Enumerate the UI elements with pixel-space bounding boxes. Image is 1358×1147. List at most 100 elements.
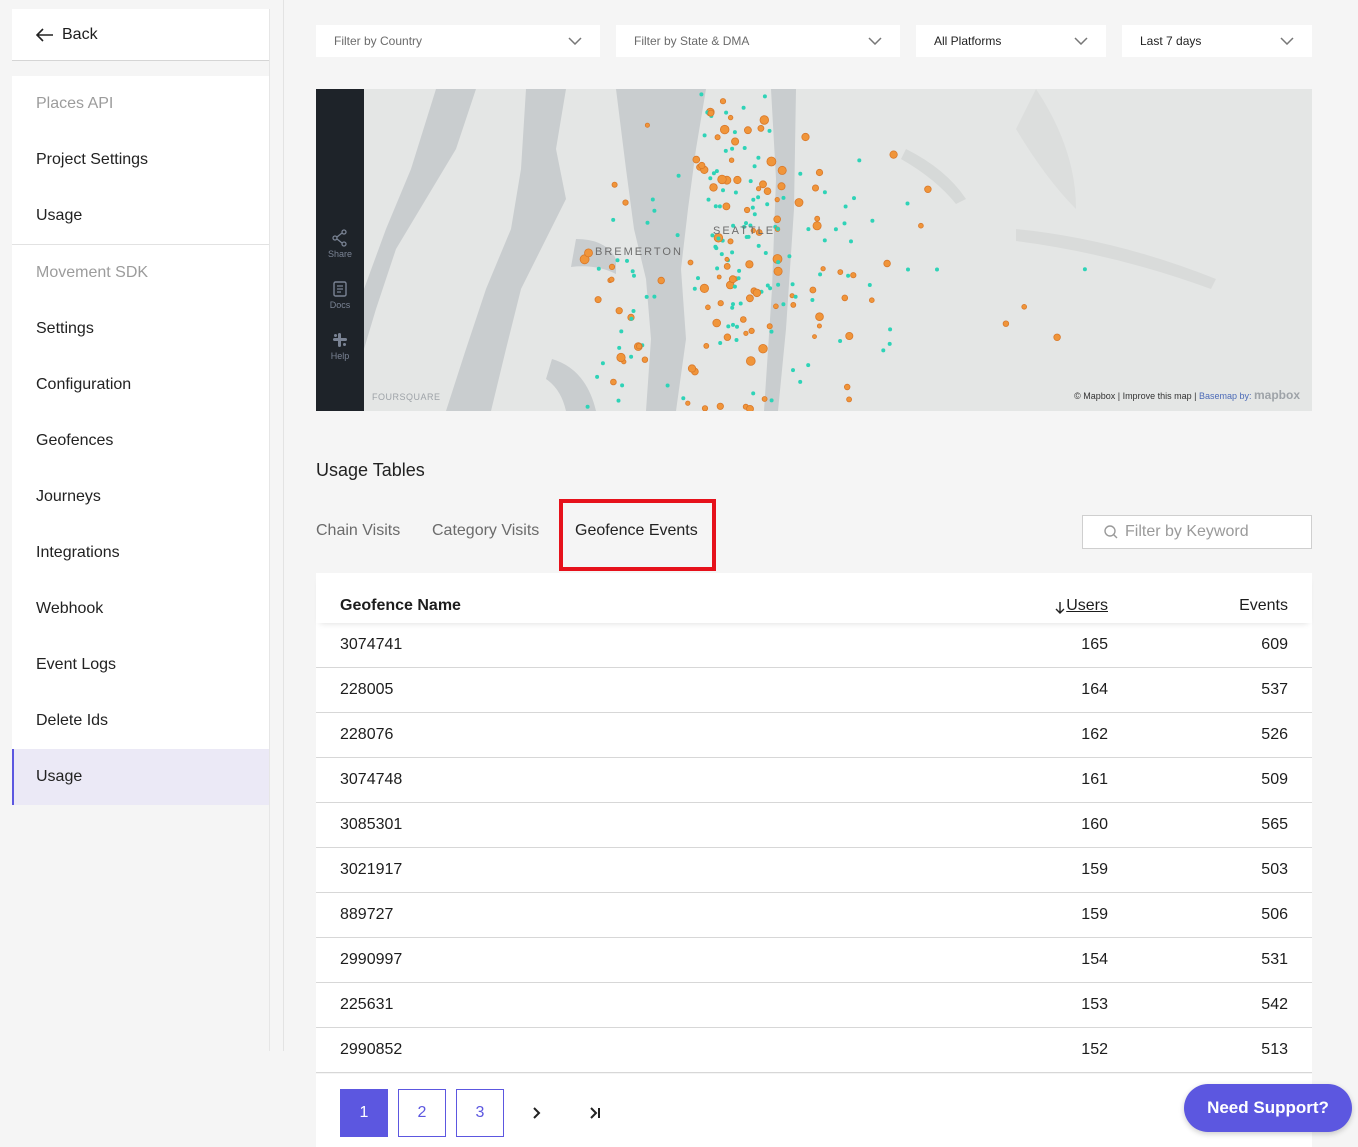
event-marker [723,148,728,153]
event-marker [833,227,838,232]
visit-marker [1053,333,1061,341]
mapbox-copyright[interactable]: © Mapbox [1074,391,1115,401]
visit-marker [687,259,694,266]
table-row[interactable]: 228076 162 526 [316,713,1312,758]
keyword-filter-input[interactable]: Filter by Keyword [1082,515,1312,549]
mapbox-logo[interactable]: mapbox [1254,388,1300,402]
table-row[interactable]: 3021917 159 503 [316,848,1312,893]
visit-marker [723,262,731,270]
visit-marker [883,259,891,268]
event-marker [732,284,737,289]
users-cell: 162 [1081,726,1108,743]
event-marker [617,345,622,350]
improve-map-link[interactable]: Improve this map [1123,391,1192,401]
column-header-events[interactable]: Events [1239,597,1288,615]
date-range-label: Last 7 days [1140,34,1202,48]
sidebar-item-places-usage[interactable]: Usage [12,188,270,244]
sort-down-icon [1055,602,1065,614]
event-marker [781,302,786,307]
sidebar-border [269,9,270,1051]
event-marker [769,329,774,334]
visit-marker [745,294,754,303]
sidebar-item-integrations[interactable]: Integrations [12,525,270,581]
events-cell: 609 [1261,636,1288,653]
map-help-label: Help [330,351,350,361]
visit-marker [773,303,779,310]
events-cell: 531 [1261,951,1288,968]
event-marker [887,341,892,346]
sidebar-item-event-logs[interactable]: Event Logs [12,637,270,693]
page-button-1[interactable]: 1 [340,1089,388,1137]
sidebar-item-usage[interactable]: Usage [12,749,270,805]
table-row[interactable]: 3074741 165 609 [316,623,1312,668]
visit-marker [712,318,722,328]
event-marker [781,195,786,200]
geofence-name-cell: 2990852 [340,1041,403,1058]
table-row[interactable]: 889727 159 506 [316,893,1312,938]
visit-marker [761,396,768,402]
platform-filter-select[interactable]: All Platforms [916,25,1106,57]
need-support-button[interactable]: Need Support? [1184,1084,1352,1132]
back-button[interactable]: Back [12,9,270,61]
sidebar-item-webhook[interactable]: Webhook [12,581,270,637]
map-canvas[interactable] [316,89,1312,411]
event-marker [822,238,827,243]
event-marker [790,282,795,287]
table-row[interactable]: 2990852 152 513 [316,1028,1312,1073]
visit-marker [707,109,715,117]
visit-marker [728,275,737,284]
sidebar-item-project-settings[interactable]: Project Settings [12,132,270,188]
geofence-name-cell: 3021917 [340,861,403,878]
table-row[interactable]: 228005 164 537 [316,668,1312,713]
event-marker [752,164,757,169]
usage-map[interactable]: BREMERTON SEATTLE Share Docs Help FOURSQ… [316,89,1312,411]
tab-category-visits[interactable]: Category Visits [432,522,539,540]
visit-marker [757,125,765,132]
event-marker [798,171,803,176]
table-row[interactable]: 3074748 161 509 [316,758,1312,803]
visit-marker [719,98,727,105]
event-marker [629,316,634,321]
sidebar-item-delete-ids[interactable]: Delete Ids [12,693,270,749]
sidebar-item-settings[interactable]: Settings [12,301,270,357]
page-button-3[interactable]: 3 [456,1089,504,1137]
visit-marker [748,327,755,334]
event-marker [870,218,875,223]
column-header-users[interactable]: Users [1055,597,1108,615]
date-range-select[interactable]: Last 7 days [1122,25,1312,57]
sidebar-item-geofences[interactable]: Geofences [12,413,270,469]
table-row[interactable]: 225631 153 542 [316,983,1312,1028]
map-attribution: © Mapbox | Improve this map | Basemap by… [1074,388,1300,402]
next-page-button[interactable] [532,1104,542,1125]
users-cell: 164 [1081,681,1108,698]
page-button-2[interactable]: 2 [398,1089,446,1137]
sidebar-item-journeys[interactable]: Journeys [12,469,270,525]
column-header-geofence-name[interactable]: Geofence Name [340,597,461,615]
map-share-button[interactable]: Share [316,229,364,259]
map-docs-button[interactable]: Docs [316,280,364,310]
last-page-button[interactable] [589,1104,601,1125]
visit-marker [918,222,924,229]
sidebar-item-configuration[interactable]: Configuration [12,357,270,413]
tab-chain-visits[interactable]: Chain Visits [316,522,400,540]
event-marker [763,251,768,255]
visit-marker [743,206,751,214]
visit-marker [846,396,852,403]
visit-marker [745,260,754,269]
visit-marker [687,364,697,373]
table-row[interactable]: 3085301 160 565 [316,803,1312,848]
table-row[interactable]: 2990997 154 531 [316,938,1312,983]
table-header: Geofence Name Users Events [316,573,1312,623]
visit-marker [616,352,626,363]
state-filter-select[interactable]: Filter by State & DMA [616,25,900,57]
event-marker [731,322,735,327]
visit-marker [709,183,718,192]
event-marker [675,233,680,238]
country-filter-select[interactable]: Filter by Country [316,25,600,57]
event-marker [715,266,720,271]
geofence-name-cell: 889727 [340,906,394,923]
map-help-button[interactable]: Help [316,331,364,361]
visit-marker [815,312,824,322]
visit-marker [837,269,844,276]
event-marker [702,133,707,138]
